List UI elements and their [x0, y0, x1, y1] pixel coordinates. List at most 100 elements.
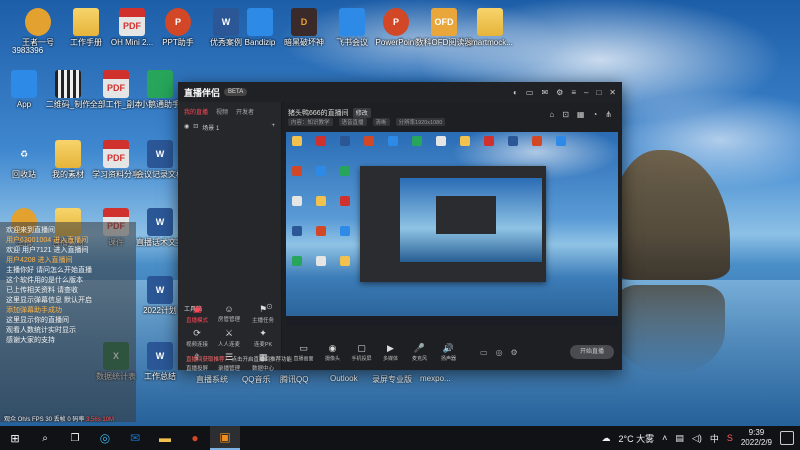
minimize-icon[interactable]: – — [584, 88, 588, 97]
start-button[interactable]: ⊞ — [0, 426, 30, 450]
recommend-notice[interactable]: 直播间获取推荐？ 点击开启直播间推荐功能 — [186, 355, 292, 363]
icon-wangzhe-icon — [25, 8, 51, 36]
taskbar-powerpoint[interactable]: ● — [180, 426, 210, 450]
preview-mini-icon — [292, 166, 302, 176]
share-icon[interactable]: ⋔ — [605, 110, 612, 119]
tool-label: 录播管理 — [217, 366, 240, 372]
bb-mic[interactable]: 🎤 麦克风 — [406, 343, 433, 362]
tool-manage-icon: ☺ — [224, 304, 234, 314]
lock-icon[interactable]: ⊡ — [193, 123, 198, 132]
app-version-badge: BETA — [224, 88, 248, 96]
ime-indicator[interactable]: 中 — [710, 432, 719, 445]
taskbar-task-view[interactable]: ❐ — [60, 426, 90, 450]
lock-room-icon[interactable]: ⊡ — [562, 110, 569, 119]
preview-nested-inner — [436, 196, 496, 234]
bb-scene-mode[interactable]: ▭ 直播画面 — [290, 343, 317, 362]
icon-smartmock[interactable]: smartmock... — [458, 8, 522, 48]
weather-icon[interactable]: ☁ — [602, 433, 611, 444]
taskbar-edge[interactable]: ◎ — [90, 426, 120, 450]
left-tab-0[interactable]: 我的直播 — [184, 107, 208, 116]
room-meta-item[interactable]: 内容：知识教学 — [288, 118, 333, 126]
chat-line: 欢迎 用户7121 进入直播间 — [6, 247, 89, 254]
room-edit-tag[interactable]: 修改 — [352, 108, 371, 118]
volume-icon[interactable]: ◁) — [692, 433, 702, 444]
weather-text[interactable]: 2°C 大雾 — [619, 432, 655, 445]
settings-icon[interactable]: ⚙ — [556, 88, 563, 97]
desktop-icon-label: Bandizip — [244, 38, 276, 47]
tool-manage[interactable]: ☺ 房管管理 — [214, 304, 244, 323]
tray-expand-icon[interactable]: ˄ — [662, 433, 667, 443]
left-tab-2[interactable]: 开发者 — [236, 107, 254, 116]
tool-video-sync[interactable]: ⟳ 视频连接 — [182, 328, 212, 348]
wps-icon[interactable]: S — [727, 433, 733, 443]
label-outlook[interactable]: Outlook — [330, 374, 358, 383]
preview-mini-icon — [292, 226, 302, 236]
room-meta-item[interactable]: 语音直播 — [338, 118, 367, 126]
desktop-icon-label: 工作总结 — [144, 372, 176, 381]
live-companion-icon: ▣ — [219, 430, 231, 444]
taskbar-search[interactable]: ⌕ — [30, 426, 60, 450]
message-icon[interactable]: ✉ — [541, 88, 548, 97]
taskbar-live-companion[interactable]: ▣ — [210, 426, 240, 450]
preview-mini-icon — [364, 136, 374, 146]
label-mexpo[interactable]: mexpo... — [420, 374, 451, 383]
tool-live-mode[interactable]: ▣ 直播模式 — [182, 304, 212, 324]
settings-gear-icon[interactable]: ⚙ — [511, 348, 518, 357]
scene-label: 场景 1 — [202, 126, 220, 132]
tool-host[interactable]: ⚑ 主播任务 — [248, 304, 278, 324]
windows-icon: ⊞ — [10, 432, 20, 445]
outlook-icon: ✉ — [129, 431, 141, 445]
left-tab-1[interactable]: 视频 — [216, 107, 228, 116]
tool-label: 视频连接 — [185, 342, 208, 348]
tool-label: 连麦PK — [253, 342, 273, 348]
bb-media[interactable]: ▶ 多媒体 — [377, 343, 404, 362]
eye-icon[interactable]: ◉ — [184, 123, 189, 132]
label-pro[interactable]: 录屏专业版 — [372, 374, 412, 385]
menu-icon[interactable]: ≡ — [571, 88, 576, 97]
network-icon[interactable]: ▤ — [675, 433, 684, 444]
desktop-icon-label: 回收站 — [12, 170, 36, 179]
screen-icon[interactable]: ▭ — [526, 88, 534, 97]
maximize-icon[interactable]: □ — [596, 88, 601, 97]
camera-toggle-icon[interactable]: ▭ — [480, 348, 488, 357]
tool-pk[interactable]: ⚔ 人人连麦 — [214, 328, 244, 348]
icon-ppt-helper-icon: P — [165, 8, 191, 36]
desktop-icon-label: PPT助手 — [162, 38, 194, 47]
preview-mini-icon — [316, 226, 326, 236]
scene-row[interactable]: ◉ ⊡ 场景 1 + — [178, 121, 281, 134]
taskbar-outlook[interactable]: ✉ — [120, 426, 150, 450]
bb-phone[interactable]: ▢ 手机投屏 — [348, 343, 375, 362]
chat-line: 用户63001004 进入直播间 — [6, 237, 89, 244]
preview-mini-icon — [508, 136, 518, 146]
chat-line: 观看人数统计实时显示 — [6, 327, 76, 334]
taskbar-explorer[interactable]: ▬ — [150, 426, 180, 450]
go-live-button[interactable]: 开始直播 — [570, 345, 614, 359]
room-title-row: 猪头鸭666的直播间 修改 — [288, 108, 371, 118]
preview-mini-icon — [316, 166, 326, 176]
layout-icon[interactable]: ▦ — [577, 110, 585, 119]
clock[interactable]: 9:39 2022/2/9 — [741, 428, 772, 448]
app-titlebar[interactable]: 直播伴侣 BETA ◐ ▭ ✉ ⚙ ≡ – □ ✕ — [178, 82, 622, 102]
tool-host-icon: ⚑ — [258, 304, 268, 314]
label-qqmusic[interactable]: QQ音乐 — [242, 374, 270, 385]
notification-center-icon[interactable] — [780, 431, 794, 445]
bb-speaker[interactable]: 🔊 扬声器 — [435, 343, 462, 362]
bb-mic-icon: 🎤 — [413, 342, 426, 353]
preview-mini-icon — [532, 136, 542, 146]
stream-status: 观众 Oh/s FPS 30 丢帧 0 码率 3.56s 10M — [4, 414, 114, 423]
avatar-icon[interactable]: ◐ — [513, 88, 518, 97]
bell-icon[interactable]: ◔ — [592, 110, 597, 119]
tool-gift[interactable]: ✦ 连麦PK — [248, 328, 278, 348]
live-companion-window: 直播伴侣 BETA ◐ ▭ ✉ ⚙ ≡ – □ ✕ 我的直播 视频 开发者 ◉ ⊡ … — [178, 82, 622, 372]
label-tencent[interactable]: 腾讯QQ — [280, 374, 308, 385]
live-preview[interactable] — [286, 132, 618, 326]
label-live[interactable]: 直播系统 — [196, 374, 228, 385]
room-meta-item: 分辨率1920x1080 — [395, 118, 446, 126]
close-icon[interactable]: ✕ — [609, 88, 616, 97]
icon-word-3-icon: W — [147, 208, 173, 236]
shop-icon[interactable]: ⌂ — [549, 110, 554, 119]
add-scene-icon[interactable]: + — [271, 123, 275, 132]
bb-camera[interactable]: ◉ 摄像头 — [319, 343, 346, 362]
icon-pdf-work-icon: PDF — [103, 70, 129, 98]
filter-icon[interactable]: ◎ — [496, 348, 503, 357]
